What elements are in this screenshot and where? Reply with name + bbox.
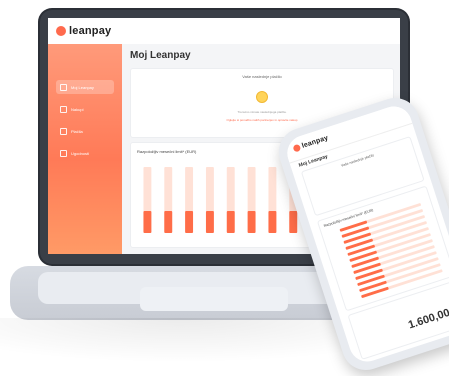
- sidebar-menu: Moj Leanpay Nakupi Plačila Ugodnosti: [56, 80, 114, 168]
- sidebar-item-ugodnosti[interactable]: Ugodnosti: [56, 146, 114, 160]
- limit-bar-fg: [268, 211, 277, 233]
- phone-brand-name: leanpay: [301, 134, 330, 150]
- trackpad: [140, 287, 288, 311]
- sidebar-item-nakupi[interactable]: Nakupi: [56, 102, 114, 116]
- bag-icon: [60, 105, 67, 113]
- chart-title: Razpoložljiv mesečni limit* (EUR): [137, 149, 197, 154]
- brand-name: leanpay: [69, 25, 112, 37]
- brand-logo[interactable]: leanpay: [56, 25, 111, 37]
- phone-brand-logo[interactable]: leanpay: [292, 135, 329, 153]
- limit-bar-fg: [185, 211, 194, 233]
- sidebar: Moj Leanpay Nakupi Plačila Ugodnosti: [48, 44, 122, 254]
- card-icon: [60, 127, 67, 135]
- limit-bar-fg: [226, 211, 235, 233]
- phone-limit-amount: 1.600,00€: [406, 304, 449, 332]
- card-title: Vaše naslednje plačilo: [242, 74, 282, 79]
- leanpay-logo-icon: [292, 143, 302, 153]
- sidebar-item-label: Plačila: [71, 128, 83, 134]
- leanpay-logo-icon: [56, 26, 66, 36]
- top-bar: leanpay: [48, 18, 400, 45]
- limit-bar-fg: [247, 211, 256, 233]
- limit-bar-fg: [143, 211, 152, 233]
- sidebar-item-label: Moj Leanpay: [71, 84, 94, 90]
- limit-bar-fg: [164, 211, 173, 233]
- sidebar-item-label: Ugodnosti: [71, 150, 90, 156]
- gift-icon: [60, 149, 67, 157]
- limit-bar-fg: [289, 211, 298, 233]
- sidebar-item-placila[interactable]: Plačila: [56, 124, 114, 138]
- smile-emoji-icon: [256, 91, 268, 103]
- limit-bar-fg: [205, 211, 214, 233]
- sidebar-item-label: Nakupi: [71, 106, 84, 112]
- sidebar-item-moj-leanpay[interactable]: Moj Leanpay: [56, 80, 114, 94]
- home-icon: [60, 83, 67, 91]
- page-title: Moj Leanpay: [130, 50, 191, 61]
